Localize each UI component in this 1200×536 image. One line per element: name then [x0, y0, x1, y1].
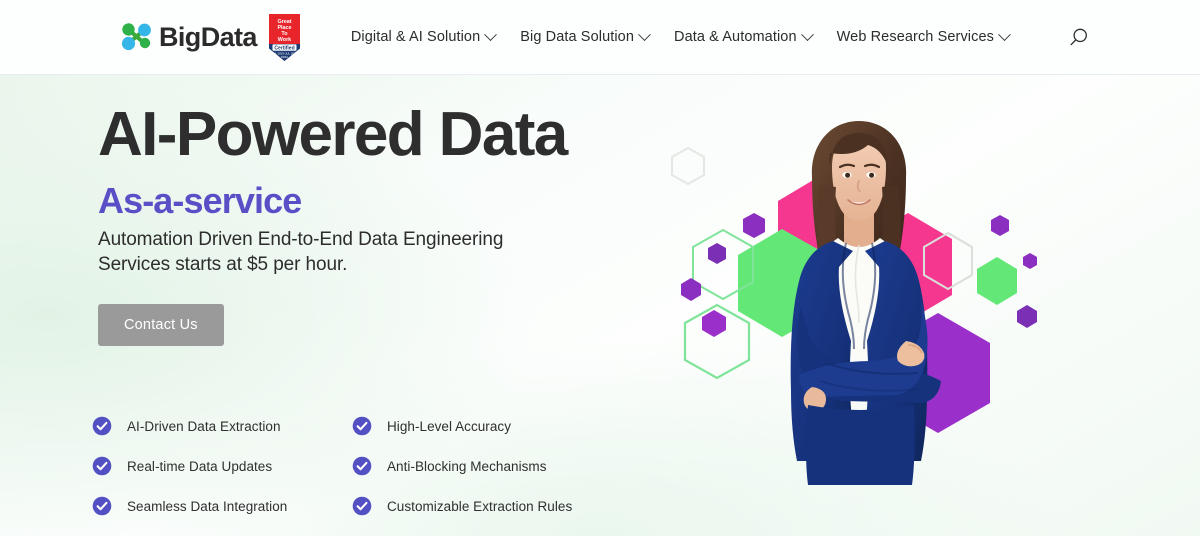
nav-item-digital-ai-solution[interactable]: Digital & AI Solution: [350, 27, 498, 45]
hero-copy: AI-Powered Data As-a-service Automation …: [98, 103, 658, 346]
hero-illustration: [660, 105, 1060, 485]
bigdata-molecule-logo: [118, 21, 156, 53]
feature-label: Real-time Data Updates: [127, 458, 273, 474]
hero-subtitle: As-a-service: [98, 180, 302, 222]
feature-label: High-Level Accuracy: [387, 418, 512, 434]
search-icon: [1070, 28, 1087, 45]
nav-item-web-research-services[interactable]: Web Research Services: [836, 27, 1011, 45]
nav-item-data-automation[interactable]: Data & Automation: [674, 27, 814, 45]
nav-label: Digital & AI Solution: [350, 29, 481, 45]
hexagon-small-purple-5: [991, 215, 1009, 236]
feature-item: Anti-Blocking Mechanisms: [352, 456, 612, 476]
businesswoman-figure: [790, 121, 941, 485]
chevron-down-icon: [800, 27, 814, 41]
chevron-down-icon: [484, 27, 498, 41]
nav-item-big-data-solution[interactable]: Big Data Solution: [520, 27, 651, 45]
nav-label: Big Data Solution: [520, 29, 635, 45]
site-header: BigData Great Place To Work Certified JU…: [0, 0, 1200, 75]
nav-label: Web Research Services: [836, 29, 994, 45]
contact-us-button[interactable]: Contact Us: [98, 303, 224, 346]
feature-item: AI-Driven Data Extraction: [92, 416, 352, 436]
hexagon-small-purple-7: [1017, 305, 1037, 328]
feature-item: Real-time Data Updates: [92, 456, 352, 476]
feature-label: Customizable Extraction Rules: [387, 498, 573, 514]
hexagon-small-purple-4: [702, 310, 726, 337]
svg-text:Work: Work: [278, 37, 291, 43]
main-navigation: Digital & AI Solution Big Data Solution …: [351, 25, 1200, 49]
feature-label: AI-Driven Data Extraction: [127, 418, 281, 434]
feature-item: Seamless Data Integration: [92, 496, 352, 516]
hero-title: AI-Powered Data: [98, 100, 568, 169]
check-circle-icon: [92, 496, 112, 516]
check-circle-icon: [92, 456, 112, 476]
feature-list: AI-Driven Data Extraction High-Level Acc…: [92, 416, 612, 516]
feature-label: Seamless Data Integration: [127, 498, 288, 514]
svg-text:JUL 2023-JUL 2024: JUL 2023-JUL 2024: [272, 51, 298, 55]
hexagon-small-purple-1: [743, 213, 765, 238]
chevron-down-icon: [998, 27, 1011, 41]
search-button[interactable]: [1066, 25, 1090, 49]
nav-label: Data & Automation: [674, 29, 797, 45]
svg-text:Certified: Certified: [274, 45, 294, 51]
brand-name: BigData: [159, 21, 257, 52]
hexagon-green-right: [977, 257, 1017, 305]
check-circle-icon: [352, 416, 372, 436]
check-circle-icon: [352, 456, 372, 476]
feature-label: Anti-Blocking Mechanisms: [387, 458, 547, 474]
hexagon-outline-top-left: [671, 146, 705, 186]
hexagon-small-purple-6: [1023, 253, 1037, 269]
check-circle-icon: [92, 416, 112, 436]
feature-item: Customizable Extraction Rules: [352, 496, 612, 516]
feature-item: High-Level Accuracy: [352, 416, 612, 436]
great-place-to-work-badge: Great Place To Work Certified JUL 2023-J…: [268, 13, 300, 61]
hero-lead-text: Automation Driven End-to-End Data Engine…: [98, 228, 504, 276]
chevron-down-icon: [638, 27, 651, 41]
svg-text:INDIA: INDIA: [281, 55, 288, 59]
hexagon-small-purple-2: [708, 243, 726, 264]
brand-logo[interactable]: BigData Great Place To Work Certified JU…: [118, 13, 300, 61]
hero-section: AI-Powered Data As-a-service Automation …: [0, 75, 1200, 536]
check-circle-icon: [352, 496, 372, 516]
hexagon-small-purple-3: [681, 278, 701, 301]
